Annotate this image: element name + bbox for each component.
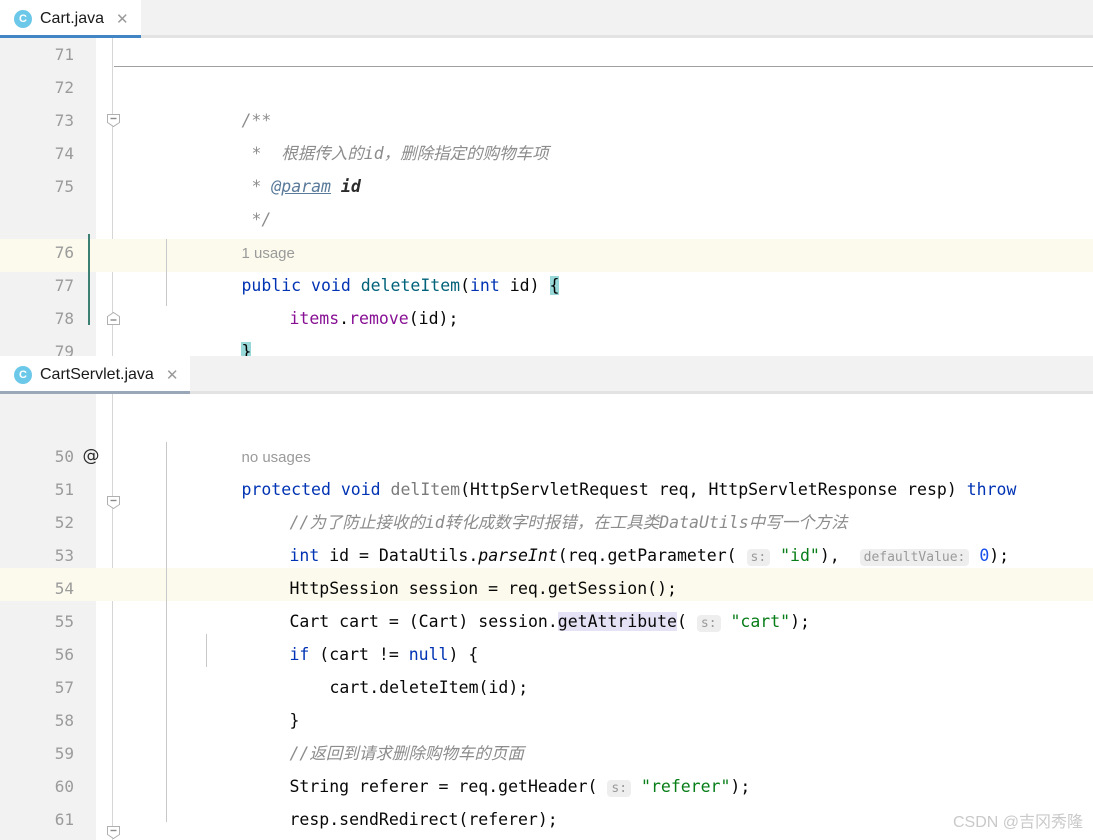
editor-body-cartservlet[interactable]: 50 @ 51 52 53 54 55 56 57 58 59 60 61 no… bbox=[0, 394, 1093, 840]
line-number: 51 bbox=[54, 480, 74, 499]
inlay-hint-s[interactable]: s: bbox=[696, 615, 721, 632]
tab-cartservlet-java[interactable]: C CartServlet.java ✕ bbox=[0, 356, 191, 394]
line-number: 73 bbox=[54, 111, 74, 130]
tabbar-cartservlet: C CartServlet.java ✕ bbox=[0, 356, 1093, 394]
line-number: 53 bbox=[54, 546, 74, 565]
editor-pane-cartservlet: C CartServlet.java ✕ 50 @ 51 52 53 54 55… bbox=[0, 356, 1093, 840]
editor-pane-cart: C Cart.java ✕ 71 72 73 74 75 76 77 78 79… bbox=[0, 0, 1093, 356]
code-line-61: } bbox=[162, 803, 251, 840]
field-items: items bbox=[289, 309, 340, 328]
inlay-hint-s[interactable]: s: bbox=[746, 549, 771, 566]
line-number: 58 bbox=[54, 711, 74, 730]
number-zero: 0 bbox=[979, 546, 990, 565]
line-number: 54 bbox=[54, 579, 74, 598]
line-number: 72 bbox=[54, 78, 74, 97]
keyword-int: int bbox=[470, 276, 500, 295]
arg-referer: referer bbox=[468, 810, 538, 829]
method-getattribute: getAttribute bbox=[557, 612, 677, 631]
line-number: 76 bbox=[54, 243, 74, 262]
string-referer: "referer" bbox=[641, 777, 731, 796]
var-session: session bbox=[478, 612, 548, 631]
line-number: 77 bbox=[54, 276, 74, 295]
close-icon[interactable]: ✕ bbox=[166, 368, 179, 383]
code-area-cartservlet[interactable]: no usages protected void delItem(HttpSer… bbox=[126, 394, 1093, 840]
method-remove: remove bbox=[349, 309, 409, 328]
tab-title: Cart.java bbox=[40, 10, 105, 27]
close-icon[interactable]: ✕ bbox=[116, 12, 129, 27]
line-number: 78 bbox=[54, 309, 74, 328]
line-number: 50 bbox=[54, 447, 74, 466]
string-id: "id" bbox=[780, 546, 820, 565]
line-number: 52 bbox=[54, 513, 74, 532]
inlay-hint-defaultvalue[interactable]: defaultValue: bbox=[859, 549, 970, 566]
string-cart: "cart" bbox=[730, 612, 791, 631]
line-number: 75 bbox=[54, 177, 74, 196]
line-number: 61 bbox=[54, 810, 74, 829]
java-class-icon: C bbox=[14, 366, 32, 384]
line-number: 59 bbox=[54, 744, 74, 763]
editor-body-cart[interactable]: 71 72 73 74 75 76 77 78 79 /** * 根据传入的id… bbox=[0, 38, 1093, 356]
line-number: 57 bbox=[54, 678, 74, 697]
line-number: 60 bbox=[54, 777, 74, 796]
method-deleteitem: deleteItem bbox=[379, 678, 479, 697]
javadoc-param-name: id bbox=[340, 177, 361, 196]
var-resp: resp bbox=[289, 810, 330, 829]
brace-match-open: { bbox=[549, 276, 560, 295]
code-line-60: resp.sendRedirect(referer); bbox=[289, 810, 558, 829]
line-number: 79 bbox=[54, 342, 74, 356]
line-number: 71 bbox=[54, 45, 74, 64]
tabbar-cart: C Cart.java ✕ bbox=[0, 0, 1093, 38]
tab-title: CartServlet.java bbox=[40, 366, 154, 383]
code-line-78: } bbox=[162, 302, 252, 356]
code-area-cart[interactable]: /** * 根据传入的id，删除指定的购物车项 * @param id */ 1… bbox=[126, 38, 1093, 356]
csdn-watermark: CSDN @吉冈秀隆 bbox=[952, 814, 1083, 831]
keyword-throws: throw bbox=[966, 480, 1017, 499]
arg-id: id bbox=[488, 678, 509, 697]
param-resp: resp bbox=[907, 480, 947, 499]
javadoc-param-tag[interactable]: @param bbox=[271, 177, 331, 196]
method-sendredirect: sendRedirect bbox=[339, 810, 459, 829]
arg-id: id bbox=[418, 309, 439, 328]
param-id: id bbox=[509, 276, 530, 295]
annotation-gutter-icon[interactable]: @ bbox=[80, 440, 102, 473]
brace-match-close: } bbox=[241, 342, 252, 356]
inlay-hint-s[interactable]: s: bbox=[607, 780, 632, 797]
line-number: 74 bbox=[54, 144, 74, 163]
java-class-icon: C bbox=[14, 10, 32, 28]
line-number: 55 bbox=[54, 612, 74, 631]
tab-cart-java[interactable]: C Cart.java ✕ bbox=[0, 0, 141, 38]
line-number: 56 bbox=[54, 645, 74, 664]
var-cart: cart bbox=[329, 678, 370, 697]
